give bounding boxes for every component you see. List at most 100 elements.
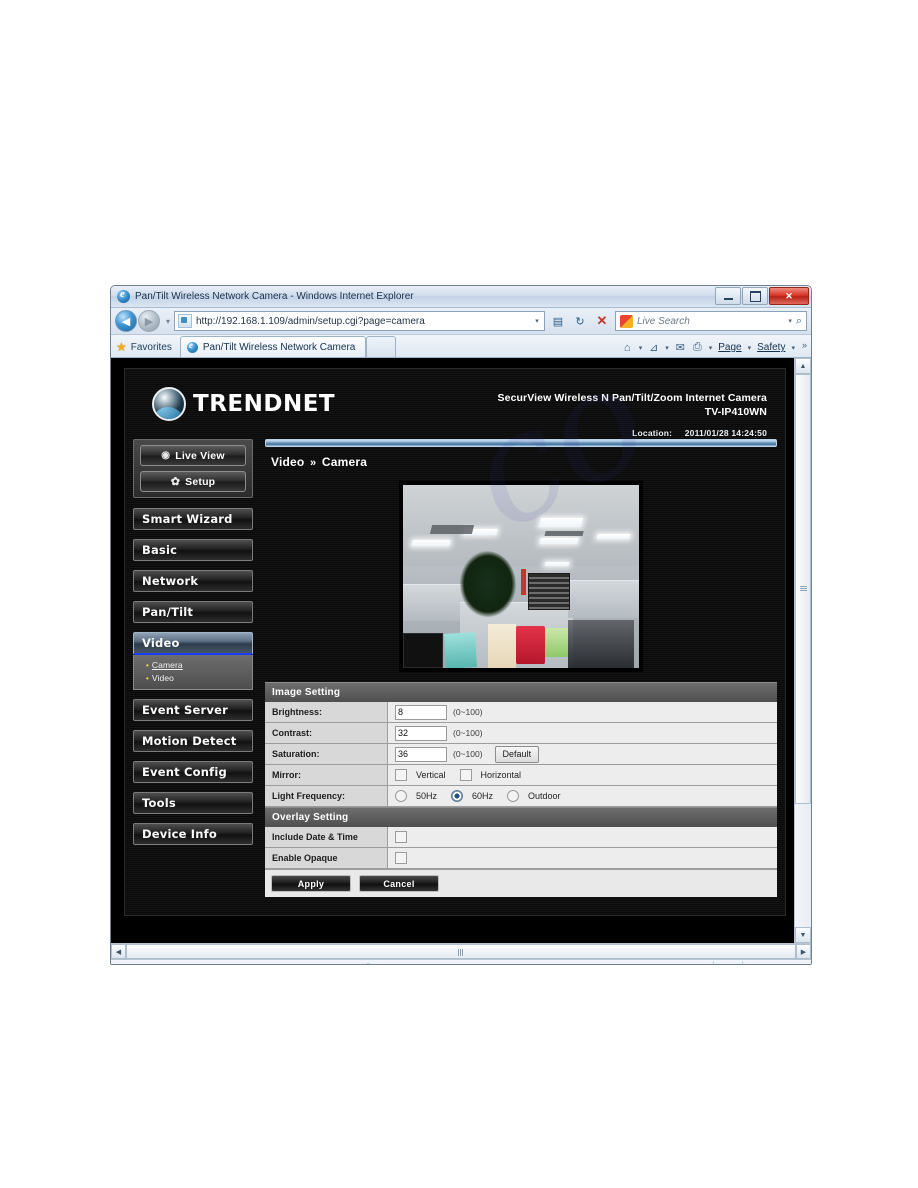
security-zone[interactable]: Internet | Protected Mode: Off [569,964,713,965]
cancel-button[interactable]: Cancel [359,875,439,892]
sidebar-item-event-config[interactable]: Event Config [133,761,253,783]
video-preview-holder [265,477,777,682]
tab-camera-page[interactable]: Pan/Tilt Wireless Network Camera [179,336,367,357]
address-url-text: http://192.168.1.109/admin/setup.cgi?pag… [196,315,425,327]
minimize-button[interactable] [715,287,741,305]
page-favicon [178,314,192,328]
vertical-scrollbar[interactable]: ▲ ▼ [794,358,811,943]
resize-grip-icon[interactable] [799,965,809,966]
command-overflow-icon[interactable]: » [802,340,807,350]
saturation-label: Saturation: [265,744,388,764]
setup-button[interactable]: ✿ Setup [140,471,246,492]
sidebar-subnav-video: • Camera • Video [133,655,253,690]
search-icon[interactable]: ⌕ [796,315,802,328]
recent-pages-dropdown-icon[interactable]: ▾ [162,317,174,326]
forward-button[interactable]: ▶ [138,310,160,332]
close-button[interactable]: ✕ [769,287,809,305]
light-60hz-radio[interactable] [451,790,464,802]
sidebar-item-network[interactable]: Network [133,570,253,592]
internet-explorer-icon [117,288,130,303]
sidebar-item-tools[interactable]: Tools [133,792,253,814]
feeds-icon[interactable]: ⊿ [646,340,661,355]
search-dropdown-icon[interactable]: ▾ [788,317,792,325]
main-content: Video » Camera Image Setting Brightness:… [253,439,785,897]
maximize-button[interactable] [742,287,768,305]
refresh-button[interactable]: ↻ [569,311,591,332]
default-button[interactable]: Default [494,745,540,763]
sidebar-item-label: Basic [142,543,178,557]
sidebar-item-video[interactable]: Video [133,632,253,655]
form-action-bar: Apply Cancel [265,869,777,897]
scroll-up-arrow-icon[interactable]: ▲ [795,358,811,374]
mirror-horizontal-label: Horizontal [480,770,522,780]
search-input[interactable]: Live Search ▾ ⌕ [615,311,807,331]
sidebar-item-pan-tilt[interactable]: Pan/Tilt [133,601,253,623]
stop-button[interactable]: ✕ [591,311,613,332]
location-value: 2011/01/28 14:24:50 [684,428,767,438]
camera-ui-panel: TRENDNET SecurView Wireless N Pan/Tilt/Z… [124,368,786,916]
scroll-right-arrow-icon[interactable]: ▶ [796,944,811,959]
scroll-left-arrow-icon[interactable]: ◀ [111,944,126,959]
light-50hz-radio[interactable] [395,790,407,802]
mirror-horizontal-checkbox[interactable] [459,769,472,781]
live-view-button[interactable]: ◉ Live View [140,445,246,466]
row-light-frequency: Light Frequency: 50Hz 60Hz Outdoor [265,786,777,807]
address-input[interactable]: http://192.168.1.109/admin/setup.cgi?pag… [174,311,545,331]
include-datetime-checkbox[interactable] [395,831,407,843]
video-preview[interactable] [399,481,643,672]
status-divider [369,963,370,964]
mail-icon[interactable]: ✉ [673,340,688,355]
mirror-label: Mirror: [265,765,388,785]
privacy-settings[interactable]: ⚿ ▾ [712,961,742,964]
sidebar-subitem-camera[interactable]: • Camera [146,659,252,672]
enable-opaque-checkbox[interactable] [395,852,407,864]
horizontal-scroll-thumb[interactable] [126,944,796,959]
sidebar-item-event-server[interactable]: Event Server [133,699,253,721]
page-dropdown-icon[interactable]: ▾ [746,344,754,352]
sidebar-item-label: Event Server [142,703,228,717]
back-button[interactable]: ◀ [115,310,137,332]
horizontal-scroll-track[interactable] [126,944,796,959]
sidebar-item-smart-wizard[interactable]: Smart Wizard [133,508,253,530]
search-provider-icon [620,314,633,328]
contrast-input[interactable]: 32 [395,725,447,741]
vertical-scroll-thumb[interactable] [795,374,811,804]
sidebar-item-motion-detect[interactable]: Motion Detect [133,730,253,752]
page-menu[interactable]: Page [716,342,743,353]
feeds-dropdown-icon[interactable]: ▾ [663,344,671,352]
vertical-scroll-track[interactable] [795,374,811,927]
print-icon[interactable]: ⎙ [690,340,705,355]
compatibility-view-button[interactable]: ▤ [547,311,569,332]
new-tab-button[interactable] [366,336,397,357]
sidebar-item-label: Video [142,636,180,650]
camera-ui-header: TRENDNET SecurView Wireless N Pan/Tilt/Z… [125,369,785,439]
sidebar-item-device-info[interactable]: Device Info [133,823,253,845]
safety-menu[interactable]: Safety [755,342,787,353]
brightness-input[interactable]: 8 [395,704,447,720]
brand-logo: TRENDNET [152,387,335,421]
zoom-control[interactable]: ⊕ 100% ▾ [741,961,799,964]
address-bar: ◀ ▶ ▾ http://192.168.1.109/admin/setup.c… [111,308,811,335]
sidebar-item-label: Motion Detect [142,734,237,748]
light-outdoor-radio[interactable] [507,790,520,802]
favorites-and-tab-bar: ★ Favorites Pan/Tilt Wireless Network Ca… [111,335,811,358]
horizontal-scrollbar[interactable]: ◀ ▶ [111,943,811,959]
home-dropdown-icon[interactable]: ▾ [637,344,645,352]
apply-button[interactable]: Apply [271,875,351,892]
safety-dropdown-icon[interactable]: ▾ [789,344,797,352]
favorites-button[interactable]: ★ Favorites [111,337,180,357]
live-view-label: Live View [175,449,225,462]
tab-favicon-icon [186,340,198,353]
print-dropdown-icon[interactable]: ▾ [707,344,715,352]
saturation-input[interactable]: 36 [395,746,447,762]
favorites-label: Favorites [130,341,172,353]
home-icon[interactable]: ⌂ [620,340,635,355]
mirror-vertical-checkbox[interactable] [395,769,407,781]
window-controls: ✕ [715,287,809,305]
scroll-down-arrow-icon[interactable]: ▼ [795,927,811,943]
sidebar-item-basic[interactable]: Basic [133,539,253,561]
chevron-down-icon[interactable]: ▾ [530,317,544,325]
sidebar-subitem-video[interactable]: • Video [146,672,252,685]
breadcrumb-separator: » [310,457,317,469]
contrast-range-hint: (0~100) [453,728,483,738]
